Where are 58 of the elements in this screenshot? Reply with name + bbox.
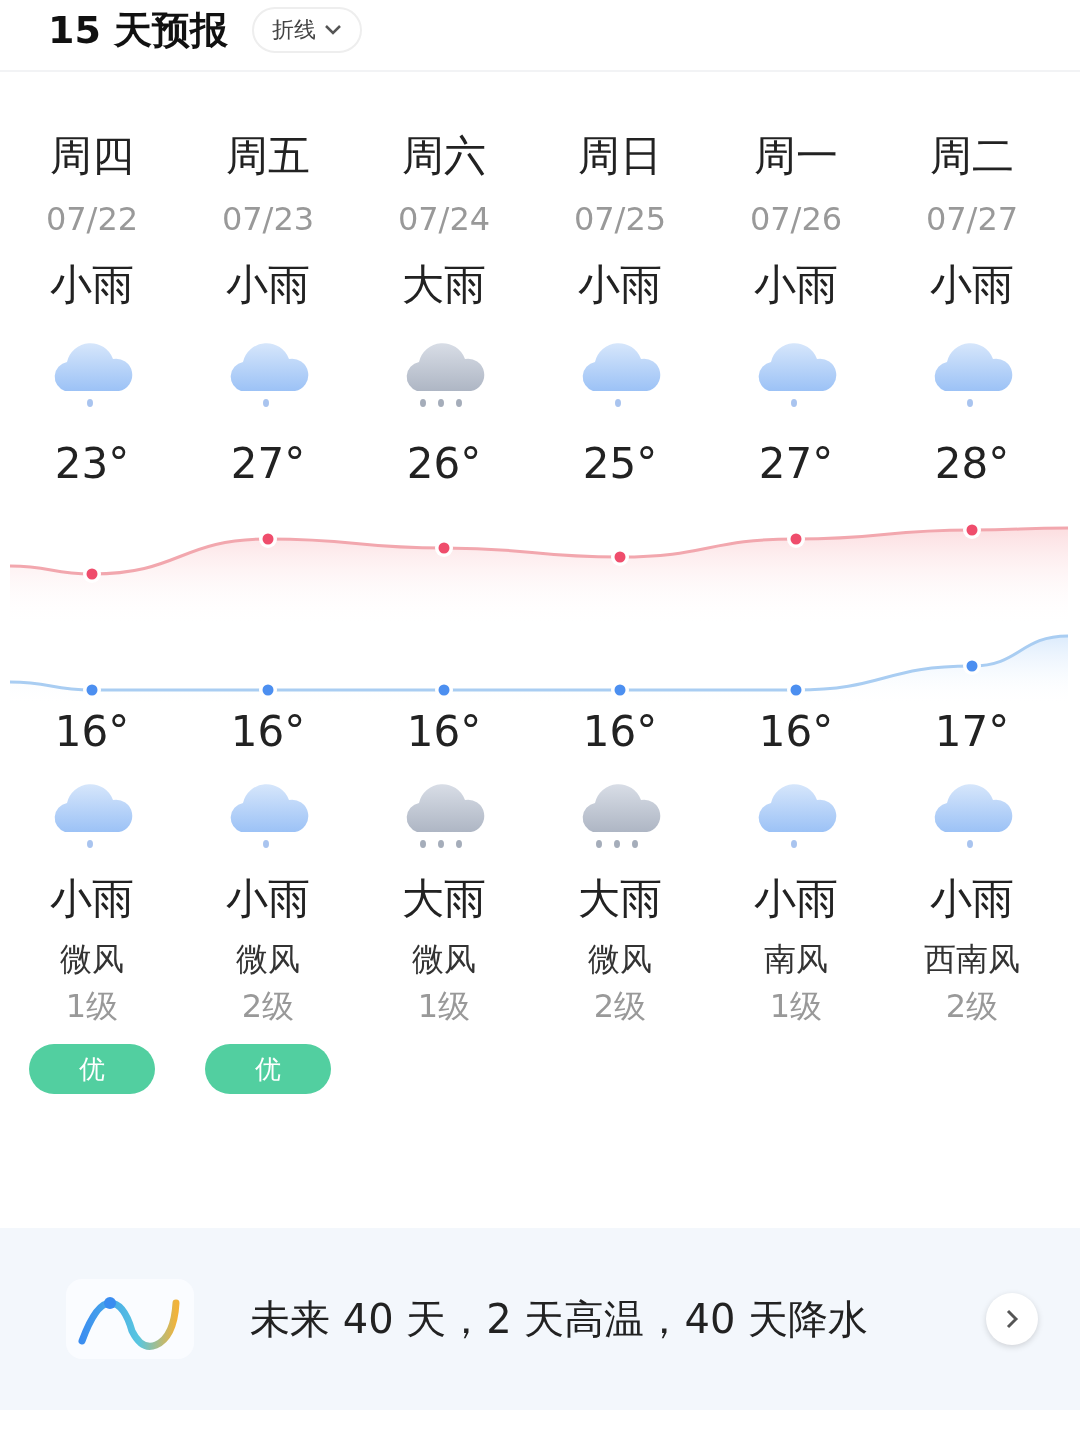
wind-level: 1级 [769, 986, 823, 1027]
wind-level: 2级 [241, 986, 295, 1027]
weather-condition: 大雨 [402, 259, 486, 311]
chevron-down-icon [324, 24, 343, 36]
weather-condition: 小雨 [930, 259, 1014, 311]
wind-level: 1级 [65, 986, 119, 1027]
wind-direction: 微风 [60, 939, 124, 980]
weekday-label: 周五 [226, 130, 310, 182]
high-temperature: 23° [54, 438, 130, 488]
next-button[interactable] [986, 1293, 1038, 1345]
weather-condition: 大雨 [578, 873, 662, 925]
wind-level: 2级 [593, 986, 647, 1027]
page-title: 15 天预报 [48, 6, 229, 54]
wind-level: 1级 [417, 986, 471, 1027]
wind-direction: 西南风 [924, 939, 1020, 980]
wind-direction: 微风 [236, 939, 300, 980]
high-temperature: 28° [934, 438, 1010, 488]
low-temperature: 16° [406, 706, 482, 756]
wind-direction: 南风 [764, 939, 828, 980]
weather-condition: 小雨 [754, 873, 838, 925]
weekday-label: 周日 [578, 130, 662, 182]
weather-condition: 大雨 [402, 873, 486, 925]
wind-level: 2级 [945, 986, 999, 1027]
air-quality-badge: 优 [205, 1044, 331, 1094]
weekday-label: 周二 [930, 130, 1014, 182]
low-temperature: 16° [758, 706, 834, 756]
chart-mode-dropdown[interactable]: 折线 [252, 7, 363, 53]
low-temperature: 16° [230, 706, 306, 756]
date-label: 07/22 [45, 200, 139, 238]
low-temperature: 17° [934, 706, 1010, 756]
wind-direction: 微风 [588, 939, 652, 980]
high-temperature: 27° [758, 438, 834, 488]
weather-condition: 小雨 [50, 259, 134, 311]
weather-condition: 小雨 [226, 259, 310, 311]
weekday-label: 周四 [50, 130, 134, 182]
wind-direction: 微风 [412, 939, 476, 980]
weather-condition: 小雨 [930, 873, 1014, 925]
low-temperature: 16° [54, 706, 130, 756]
date-label: 07/27 [925, 200, 1019, 238]
weather-condition: 小雨 [754, 259, 838, 311]
chevron-right-icon [1005, 1308, 1019, 1330]
trend-curve-icon [66, 1279, 194, 1359]
weather-condition: 小雨 [578, 259, 662, 311]
high-temperature: 25° [582, 438, 658, 488]
high-temperature: 27° [230, 438, 306, 488]
high-temperature: 26° [406, 438, 482, 488]
low-temperature: 16° [582, 706, 658, 756]
forecast-banner[interactable]: 未来 40 天，2 天高温，40 天降水 [0, 1228, 1080, 1410]
air-quality-badge: 优 [29, 1044, 155, 1094]
weekday-label: 周一 [754, 130, 838, 182]
date-label: 07/23 [221, 200, 315, 238]
weather-condition: 小雨 [50, 873, 134, 925]
weekday-label: 周六 [402, 130, 486, 182]
date-label: 07/26 [749, 200, 843, 238]
forecast-summary: 未来 40 天，2 天高温，40 天降水 [250, 1294, 870, 1344]
date-label: 07/25 [573, 200, 667, 238]
date-label: 07/24 [397, 200, 491, 238]
weather-condition: 小雨 [226, 873, 310, 925]
